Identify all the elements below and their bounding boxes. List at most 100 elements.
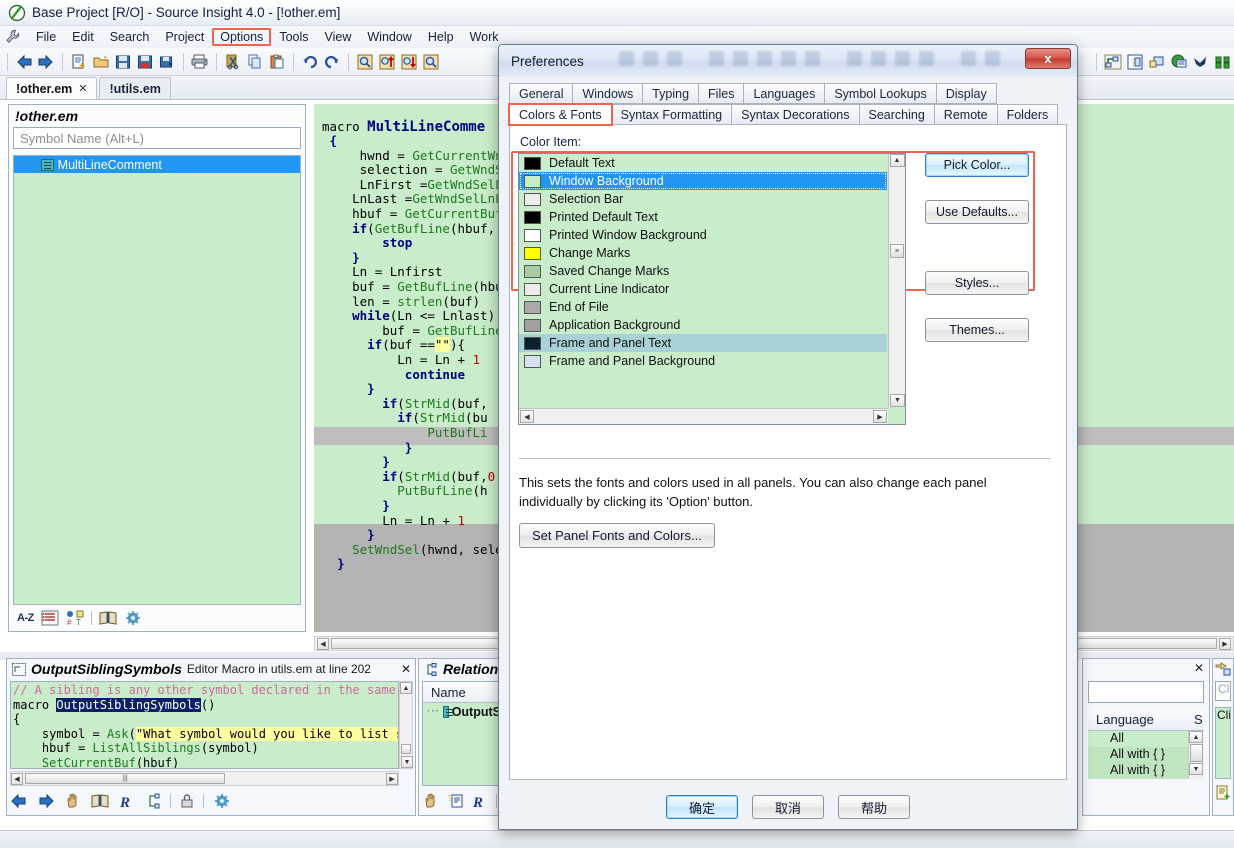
color-item-row[interactable]: Printed Default Text bbox=[519, 208, 887, 226]
scroll-up-button[interactable]: ▲ bbox=[889, 154, 905, 167]
r-icon[interactable]: R bbox=[118, 793, 136, 809]
menu-file[interactable]: File bbox=[28, 28, 64, 46]
book-icon[interactable] bbox=[91, 793, 109, 809]
copy-icon[interactable] bbox=[244, 51, 266, 73]
clip-list[interactable]: Clip bbox=[1215, 707, 1231, 779]
macro-code[interactable]: // A sibling is any other symbol declare… bbox=[10, 681, 399, 769]
forward-arrow-icon[interactable] bbox=[37, 793, 55, 809]
scroll-up-button[interactable]: ▲ bbox=[400, 682, 412, 694]
vscroll-thumb[interactable] bbox=[1190, 744, 1203, 762]
dialog-close-button[interactable]: x bbox=[1025, 48, 1071, 69]
relation-list[interactable]: Name ··· OutputS bbox=[422, 681, 502, 786]
search-files-icon[interactable] bbox=[420, 51, 442, 73]
doc-tab-other-em[interactable]: !other.em ✕ bbox=[6, 77, 98, 99]
tab-syntax-decorations[interactable]: Syntax Decorations bbox=[731, 104, 860, 125]
themes-button[interactable]: Themes... bbox=[925, 318, 1029, 342]
scroll-up-button[interactable]: ▲ bbox=[1189, 731, 1203, 743]
tab-folders[interactable]: Folders bbox=[996, 104, 1059, 125]
close-icon[interactable]: ✕ bbox=[401, 662, 411, 676]
color-item-row-hover[interactable]: Frame and Panel Text bbox=[519, 334, 887, 352]
context-window-icon[interactable] bbox=[1146, 51, 1168, 73]
hand-icon[interactable] bbox=[422, 793, 440, 809]
scroll-down-button[interactable]: ▼ bbox=[401, 756, 413, 768]
hand-icon[interactable] bbox=[64, 793, 82, 809]
tab-colors-and-fonts[interactable]: Colors & Fonts bbox=[508, 103, 613, 126]
clip-search-input[interactable]: Cli bbox=[1215, 681, 1231, 701]
undo-icon[interactable] bbox=[299, 51, 321, 73]
menu-view[interactable]: View bbox=[317, 28, 360, 46]
scroll-down-button[interactable]: ▼ bbox=[890, 394, 905, 407]
lock-icon[interactable] bbox=[180, 793, 194, 809]
color-list-vscrollbar[interactable]: ▲ ≡ ▼ bbox=[888, 154, 905, 407]
symbol-info-icon[interactable]: ? bbox=[1124, 51, 1146, 73]
search-down-icon[interactable] bbox=[398, 51, 420, 73]
search-up-icon[interactable] bbox=[376, 51, 398, 73]
tab-typing[interactable]: Typing bbox=[642, 83, 700, 104]
new-file-icon[interactable] bbox=[68, 51, 90, 73]
close-icon[interactable]: ✕ bbox=[1194, 661, 1204, 675]
color-item-row[interactable]: Current Line Indicator bbox=[519, 280, 887, 298]
open-folder-icon[interactable] bbox=[90, 51, 112, 73]
bird-icon[interactable] bbox=[1190, 51, 1212, 73]
gear-icon[interactable] bbox=[213, 793, 231, 809]
vscroll-thumb[interactable]: ≡ bbox=[890, 244, 904, 258]
tab-syntax-formatting[interactable]: Syntax Formatting bbox=[610, 104, 733, 125]
menu-search[interactable]: Search bbox=[102, 28, 158, 46]
tab-languages[interactable]: Languages bbox=[743, 83, 826, 104]
symbol-name-input[interactable]: Symbol Name (Alt+L) bbox=[13, 127, 301, 149]
tab-symbol-lookups[interactable]: Symbol Lookups bbox=[824, 83, 937, 104]
tab-files[interactable]: Files bbox=[698, 83, 745, 104]
menu-edit[interactable]: Edit bbox=[64, 28, 102, 46]
scroll-left-button[interactable]: ◀ bbox=[520, 410, 534, 423]
color-item-row[interactable]: Application Background bbox=[519, 316, 887, 334]
cancel-button[interactable]: 取消 bbox=[752, 795, 824, 819]
back-arrow-icon[interactable] bbox=[13, 51, 35, 73]
menu-tools[interactable]: Tools bbox=[271, 28, 316, 46]
color-item-row[interactable]: Printed Window Background bbox=[519, 226, 887, 244]
forward-arrow-icon[interactable] bbox=[35, 51, 57, 73]
color-item-row[interactable]: Frame and Panel Background bbox=[519, 352, 887, 370]
tab-display[interactable]: Display bbox=[935, 83, 997, 104]
list-item[interactable]: All with { } bbox=[1088, 747, 1204, 763]
symbol-list[interactable]: ···· MultiLineComment bbox=[13, 155, 301, 605]
color-item-row[interactable]: End of File bbox=[519, 298, 887, 316]
use-defaults-button[interactable]: Use Defaults... bbox=[925, 200, 1029, 224]
scroll-left-button[interactable]: ◀ bbox=[317, 637, 329, 650]
relation-icon[interactable] bbox=[145, 793, 161, 809]
scroll-right-button[interactable]: ▶ bbox=[1219, 637, 1231, 650]
save-icon[interactable] bbox=[112, 51, 134, 73]
ok-button[interactable]: 确定 bbox=[666, 795, 738, 819]
tab-general[interactable]: General bbox=[509, 83, 574, 104]
color-item-list[interactable]: Default Text Window Background Selection… bbox=[518, 153, 906, 425]
pick-color-button[interactable]: Pick Color... bbox=[925, 153, 1029, 177]
sort-type-icon[interactable]: # T bbox=[66, 610, 84, 626]
book-icon[interactable] bbox=[99, 610, 117, 626]
color-item-row[interactable]: Saved Change Marks bbox=[519, 262, 887, 280]
back-arrow-icon[interactable] bbox=[10, 793, 28, 809]
color-item-row[interactable]: Default Text bbox=[519, 154, 887, 172]
color-item-row[interactable]: Change Marks bbox=[519, 244, 887, 262]
search-icon[interactable] bbox=[354, 51, 376, 73]
gear-icon[interactable] bbox=[124, 610, 142, 626]
relation-window-icon[interactable] bbox=[1102, 51, 1124, 73]
print-icon[interactable] bbox=[189, 51, 211, 73]
scroll-right-button[interactable]: ▶ bbox=[386, 772, 398, 785]
scroll-left-button[interactable]: ◀ bbox=[11, 772, 23, 785]
scroll-down-button[interactable]: ▼ bbox=[1189, 763, 1203, 775]
color-item-row-selected[interactable]: Window Background bbox=[519, 172, 887, 190]
set-panel-fonts-and-colors-button[interactable]: Set Panel Fonts and Colors... bbox=[519, 523, 715, 548]
tab-searching[interactable]: Searching bbox=[858, 104, 935, 125]
tab-remote[interactable]: Remote bbox=[933, 104, 998, 125]
symbol-info-icon[interactable]: ? bbox=[448, 793, 464, 809]
dialog-titlebar[interactable]: Preferences x bbox=[499, 45, 1077, 77]
macro-vscrollbar[interactable]: ▲ ▼ bbox=[399, 681, 413, 769]
symbol-list-item[interactable]: ···· MultiLineComment bbox=[14, 156, 300, 173]
r-icon[interactable]: R bbox=[472, 793, 488, 809]
menu-help[interactable]: Help bbox=[420, 28, 462, 46]
hscroll-thumb[interactable]: ||| bbox=[25, 773, 225, 784]
scroll-right-button[interactable]: ▶ bbox=[873, 410, 887, 423]
menu-options[interactable]: Options bbox=[212, 28, 272, 46]
macro-hscrollbar[interactable]: ◀ ||| ▶ bbox=[10, 771, 399, 786]
language-list[interactable]: All All with { } All with { } ▲ ▼ bbox=[1088, 731, 1204, 779]
vscroll-thumb[interactable] bbox=[401, 744, 411, 754]
